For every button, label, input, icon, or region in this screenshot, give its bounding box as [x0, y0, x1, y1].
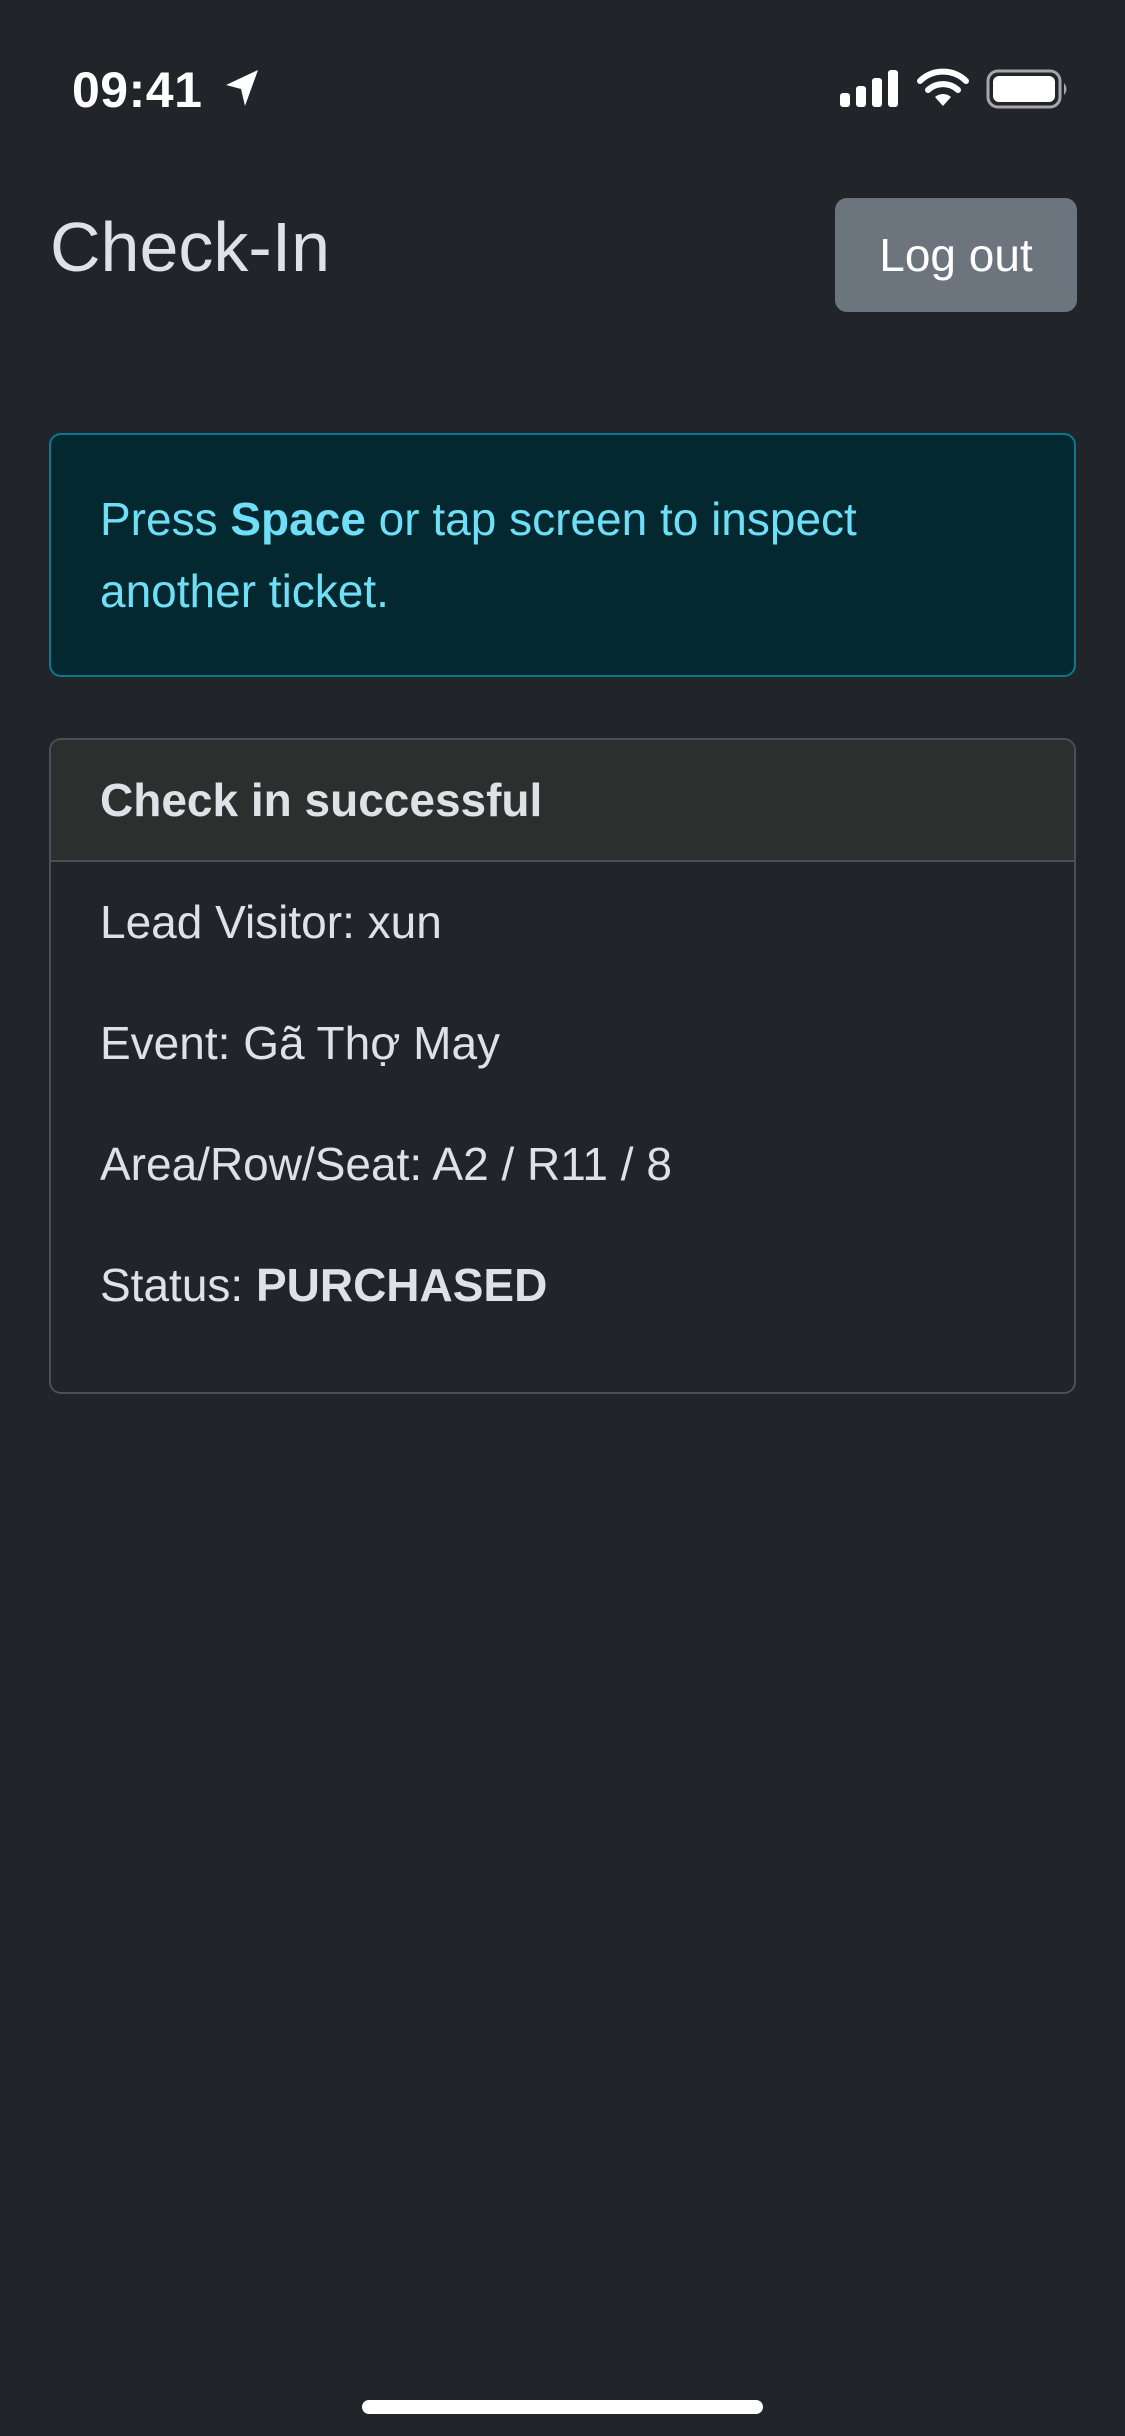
- status-line: Status: PURCHASED: [100, 1255, 1025, 1315]
- wifi-icon: [917, 68, 969, 106]
- alert-key: Space: [230, 493, 366, 545]
- lead-visitor-label: Lead Visitor:: [100, 896, 368, 948]
- event-value: Gã Thợ May: [243, 1017, 501, 1069]
- alert-prefix: Press: [100, 493, 231, 545]
- card-body: Lead Visitor: xun Event: Gã Thợ May Area…: [51, 862, 1074, 1315]
- lead-visitor-line: Lead Visitor: xun: [100, 892, 1025, 952]
- location-arrow-icon: [226, 70, 258, 106]
- card-title: Check in successful: [51, 740, 1074, 862]
- seat-value: A2 / R11 / 8: [432, 1138, 672, 1190]
- check-in-result-card: Check in successful Lead Visitor: xun Ev…: [49, 738, 1076, 1394]
- home-indicator[interactable]: [362, 2400, 763, 2414]
- battery-icon: [986, 69, 1067, 109]
- cellular-signal-icon: [840, 70, 898, 107]
- status-value: PURCHASED: [255, 1259, 548, 1311]
- logout-button[interactable]: Log out: [835, 198, 1077, 312]
- event-line: Event: Gã Thợ May: [100, 1013, 1025, 1073]
- info-alert[interactable]: Press Space or tap screen to inspect ano…: [49, 433, 1076, 677]
- seat-line: Area/Row/Seat: A2 / R11 / 8: [100, 1134, 1025, 1194]
- lead-visitor-value: xun: [367, 896, 442, 948]
- status-label: Status:: [100, 1259, 256, 1311]
- status-bar: 09:41: [0, 0, 1125, 140]
- seat-label: Area/Row/Seat:: [100, 1138, 433, 1190]
- status-time: 09:41: [72, 62, 203, 118]
- page-title: Check-In: [50, 208, 331, 286]
- event-label: Event:: [100, 1017, 244, 1069]
